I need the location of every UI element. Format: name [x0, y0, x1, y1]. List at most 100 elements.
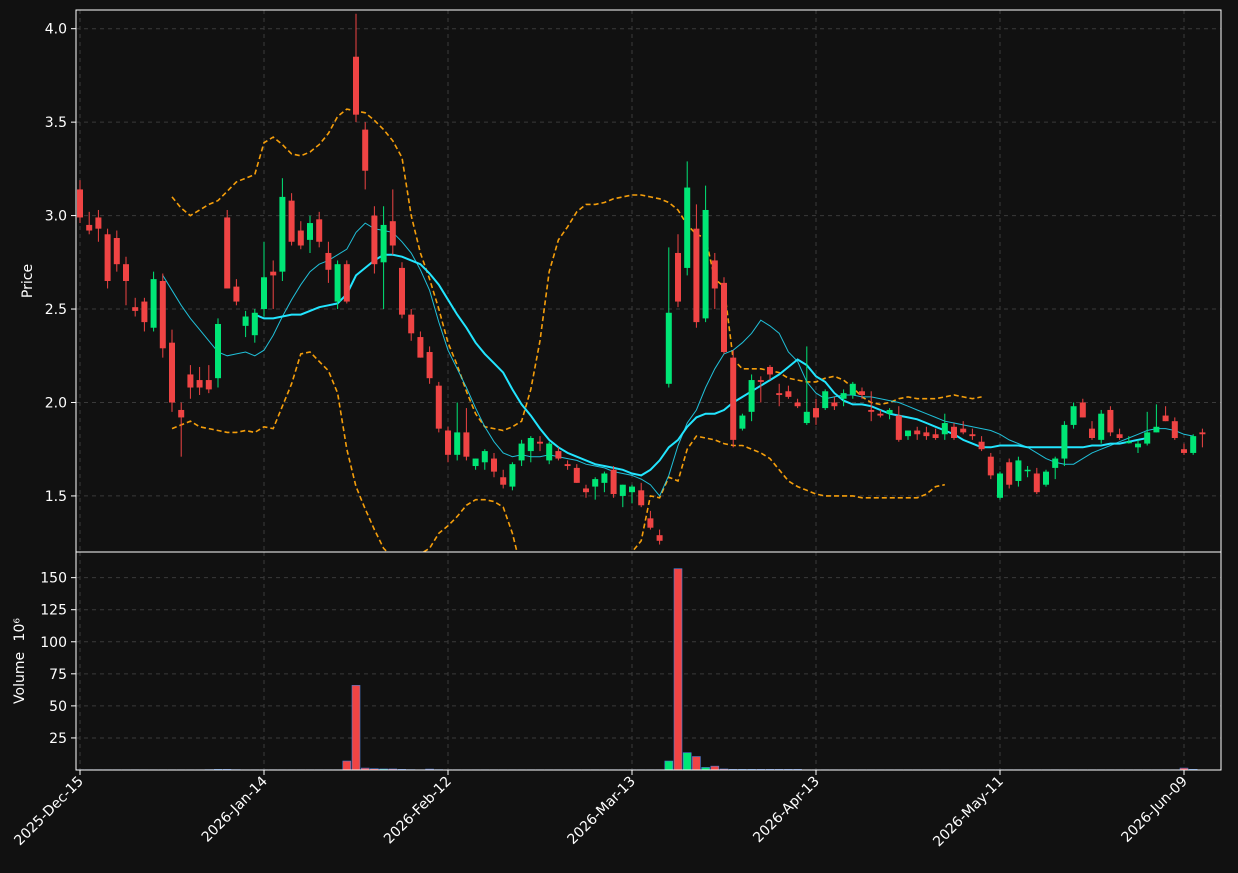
- candle-body: [307, 223, 313, 240]
- candle-body: [555, 451, 562, 459]
- candle-body: [785, 391, 792, 397]
- candle-body: [113, 238, 120, 265]
- candle-body: [978, 441, 985, 450]
- candle-body: [601, 473, 608, 483]
- chart-background: [0, 0, 1238, 873]
- candle: [997, 471, 1003, 500]
- candle-body: [969, 434, 976, 437]
- volume-y-tick-label: 150: [40, 571, 67, 587]
- candle-body: [417, 337, 424, 358]
- candle-body: [684, 187, 691, 268]
- candle: [435, 381, 442, 433]
- candle-body: [702, 209, 709, 319]
- candle-body: [987, 456, 994, 476]
- price-y-tick-label: 1.5: [45, 489, 67, 505]
- candle: [1098, 409, 1105, 444]
- candle-body: [1024, 469, 1031, 472]
- candle-body: [1190, 436, 1197, 453]
- candle: [1190, 434, 1197, 455]
- candle-body: [1079, 402, 1086, 418]
- candle-body: [527, 437, 534, 452]
- candle: [1070, 402, 1077, 429]
- candle-body: [1015, 460, 1022, 481]
- candle-body: [371, 215, 378, 265]
- candle-body: [592, 479, 599, 487]
- candle-body: [500, 477, 507, 485]
- candle-body: [1116, 434, 1123, 438]
- candle: [150, 271, 157, 332]
- candle-body: [1089, 428, 1095, 438]
- volume-y-tick-label: 25: [49, 731, 67, 747]
- candle-body: [638, 490, 645, 506]
- candle-body: [537, 441, 543, 444]
- candle-body: [389, 221, 396, 246]
- candle-body: [150, 279, 157, 328]
- candle-body: [1052, 458, 1059, 468]
- volume-bar: [342, 760, 352, 770]
- candle-body: [997, 473, 1003, 498]
- candle-body: [895, 415, 902, 440]
- volume-bar: [682, 752, 692, 770]
- price-y-tick-label: 3.0: [45, 209, 67, 225]
- candle-body: [776, 393, 783, 396]
- candle-body: [960, 428, 967, 433]
- candle-body: [665, 312, 672, 384]
- candle-body: [803, 411, 810, 424]
- candle-body: [408, 314, 415, 334]
- candle-body: [159, 281, 166, 349]
- candle-body: [564, 464, 571, 467]
- candle-body: [316, 219, 323, 242]
- candle-body: [1181, 449, 1187, 453]
- candle: [399, 262, 405, 319]
- volume-axis-label: Volume 10⁶: [12, 618, 28, 704]
- candle-body: [877, 413, 884, 416]
- candle-body: [178, 409, 185, 418]
- candle-body: [242, 316, 249, 326]
- candle-body: [251, 312, 258, 336]
- candle-body: [721, 282, 727, 353]
- candle-body: [509, 464, 516, 487]
- candle-body: [951, 426, 957, 438]
- candle-body: [380, 224, 387, 263]
- volume-y-tick-label: 100: [40, 635, 67, 651]
- candle-body: [573, 467, 580, 483]
- candle-body: [859, 391, 865, 396]
- candle: [288, 193, 295, 246]
- candle-body: [748, 380, 755, 412]
- candle: [1043, 469, 1049, 487]
- candle-body: [941, 423, 948, 435]
- candle: [610, 466, 617, 498]
- candle: [104, 228, 111, 289]
- candle-body: [491, 458, 497, 472]
- candle-body: [77, 189, 83, 218]
- volume-y-tick-label: 50: [49, 699, 67, 715]
- candle-body: [675, 252, 681, 302]
- candle-body: [914, 430, 921, 435]
- volume-bar: [351, 685, 361, 770]
- candle-body: [1033, 473, 1040, 493]
- candle-body: [481, 451, 488, 463]
- candle-body: [886, 409, 893, 414]
- volume-axis-label-text: Volume: [12, 652, 28, 704]
- volume-y-tick-label: 75: [49, 667, 67, 683]
- candle-body: [205, 380, 212, 390]
- candle-body: [1135, 443, 1141, 448]
- candle-body: [711, 260, 718, 289]
- candle-body: [261, 277, 267, 310]
- candle-body: [813, 408, 819, 418]
- candle-body: [325, 252, 332, 270]
- candle-body: [104, 234, 111, 281]
- candle-body: [767, 366, 773, 375]
- candle-body: [923, 432, 930, 437]
- candle-body: [1171, 421, 1178, 438]
- candle: [1006, 458, 1013, 489]
- candle: [159, 273, 166, 358]
- candle-body: [610, 469, 617, 495]
- candle-body: [288, 200, 295, 242]
- candle-body: [1107, 409, 1114, 433]
- candle-body: [297, 230, 304, 246]
- candle-body: [334, 264, 341, 302]
- volume-y-tick-label: 125: [40, 603, 67, 619]
- candle: [426, 346, 433, 384]
- candle-body: [399, 267, 405, 315]
